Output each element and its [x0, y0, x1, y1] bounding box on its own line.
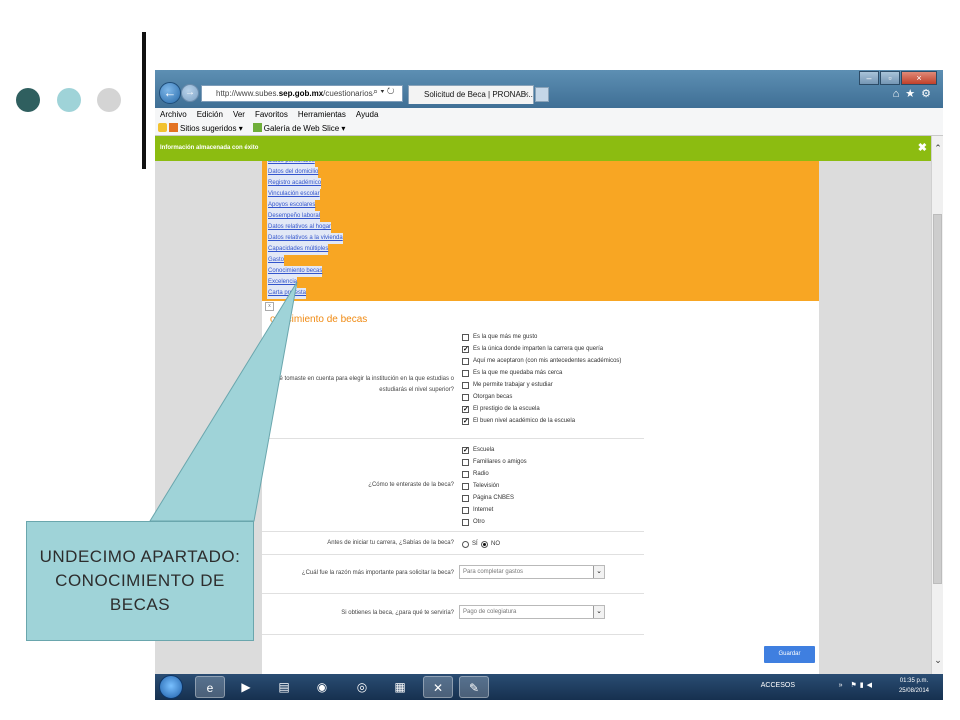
callout-text: UNDECIMO APARTADO: CONOCIMIENTO DE BECAS — [39, 547, 241, 614]
callout-pointer-shape — [149, 281, 298, 522]
slide: ← → http://www.subes.sep.gob.mx/cuestion… — [0, 0, 960, 720]
callout-box: UNDECIMO APARTADO: CONOCIMIENTO DE BECAS — [26, 521, 254, 641]
